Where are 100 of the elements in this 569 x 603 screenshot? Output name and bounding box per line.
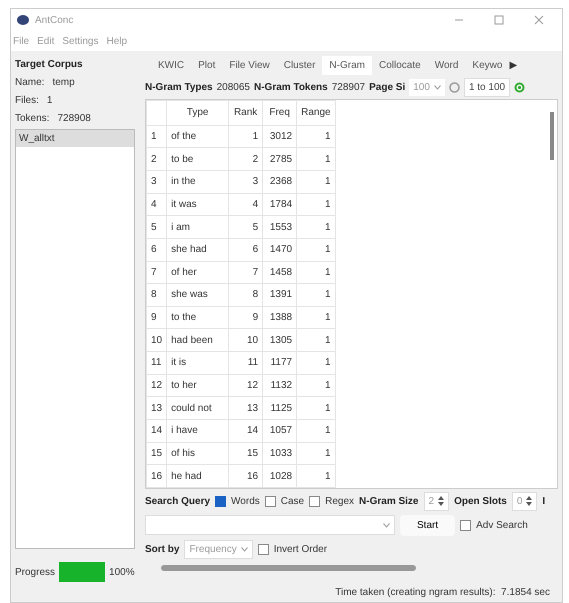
row-number: 1 bbox=[146, 125, 167, 148]
field-label: Tokens: bbox=[15, 112, 50, 126]
stat-label: Page Si bbox=[369, 80, 406, 94]
table-cell: 1458 bbox=[262, 261, 297, 284]
table-cell: 8 bbox=[228, 284, 263, 306]
table-cell: 13 bbox=[228, 396, 263, 420]
spinner-arrows-icon[interactable] bbox=[526, 496, 532, 506]
column-header[interactable]: Freq bbox=[262, 100, 297, 126]
table-cell: 4 bbox=[228, 193, 263, 216]
sort-label: Sort by bbox=[145, 542, 180, 556]
table-cell: 1388 bbox=[262, 306, 297, 329]
tab[interactable]: KWIC bbox=[151, 56, 192, 74]
table-cell: 1 bbox=[296, 170, 336, 194]
stat-label: N-Gram Tokens bbox=[254, 80, 328, 94]
table-cell: 1470 bbox=[262, 238, 297, 262]
table-cell: she was bbox=[166, 284, 229, 306]
table-cell: 2785 bbox=[262, 148, 297, 170]
table-cell: 1 bbox=[296, 238, 336, 262]
checkbox-label: Regex bbox=[325, 494, 354, 508]
table-cell: 1 bbox=[296, 464, 336, 488]
table-cell: 1 bbox=[296, 396, 336, 420]
table-cell: 1132 bbox=[262, 374, 297, 397]
table-cell: 1 bbox=[296, 328, 336, 352]
table-cell: 1 bbox=[296, 284, 336, 306]
table-cell: he had bbox=[166, 464, 229, 488]
row-number: 7 bbox=[146, 261, 167, 284]
checkbox[interactable] bbox=[264, 496, 276, 506]
table-cell: 15 bbox=[228, 442, 263, 465]
cut-label: I bbox=[542, 494, 546, 508]
table-cell: 1 bbox=[296, 261, 336, 284]
row-number: 10 bbox=[146, 328, 167, 352]
table-cell: to be bbox=[166, 148, 229, 170]
progress-reading: 100% bbox=[109, 566, 135, 580]
row-number: 11 bbox=[146, 352, 167, 374]
go-icon[interactable] bbox=[514, 82, 526, 92]
row-number: 4 bbox=[146, 193, 167, 216]
table-cell: 1784 bbox=[262, 193, 297, 216]
progress-label: Progress bbox=[15, 566, 56, 580]
table-cell: 1553 bbox=[262, 216, 297, 238]
tab[interactable]: Plot bbox=[191, 56, 222, 74]
status-text: Time taken (creating ngram results): 7.1854 sec bbox=[335, 586, 550, 600]
table-cell: 1 bbox=[296, 125, 336, 148]
tab[interactable]: File View bbox=[222, 56, 277, 74]
tab[interactable]: Word bbox=[428, 56, 466, 74]
table-cell: 1391 bbox=[262, 284, 297, 306]
window-title: AntConc bbox=[35, 14, 74, 28]
table-cell: to her bbox=[166, 374, 229, 397]
table-cell: 7 bbox=[228, 261, 263, 284]
table-cell: could not bbox=[166, 396, 229, 420]
row-number: 9 bbox=[146, 306, 167, 329]
table-cell: 11 bbox=[228, 352, 263, 374]
checkbox[interactable] bbox=[460, 520, 472, 530]
row-number: 8 bbox=[146, 284, 167, 306]
table-cell: 10 bbox=[228, 328, 263, 352]
stat-value: 728907 bbox=[332, 80, 366, 94]
field-value: temp bbox=[52, 76, 75, 90]
page-range-field[interactable]: 1 to 100 bbox=[464, 78, 510, 96]
refresh-icon[interactable] bbox=[448, 82, 460, 92]
checkbox[interactable] bbox=[258, 544, 269, 554]
slots-label: Open Slots bbox=[454, 494, 507, 508]
tab[interactable]: Cluster bbox=[276, 56, 322, 74]
column-header[interactable]: Type bbox=[166, 100, 229, 126]
table-cell: 2368 bbox=[262, 170, 297, 194]
table-cell: of his bbox=[166, 442, 229, 465]
close-icon[interactable] bbox=[534, 15, 544, 25]
table-cell: had been bbox=[166, 328, 229, 352]
stat-label: N-Gram Types bbox=[145, 80, 213, 94]
table-cell: 5 bbox=[228, 216, 263, 238]
start-button[interactable]: Start bbox=[400, 514, 456, 536]
table-cell: 1 bbox=[296, 420, 336, 442]
checkbox-label: Words bbox=[231, 494, 260, 508]
column-header[interactable]: Rank bbox=[228, 100, 263, 126]
column-header[interactable]: Range bbox=[296, 100, 336, 126]
table-cell: 2 bbox=[228, 148, 263, 170]
scroll-right-arrow[interactable]: ▶ bbox=[509, 58, 518, 72]
spinner-arrows-icon[interactable] bbox=[438, 496, 444, 506]
app-icon bbox=[17, 15, 29, 25]
row-number: 13 bbox=[146, 396, 167, 420]
checkbox[interactable] bbox=[215, 496, 226, 506]
row-number: 14 bbox=[146, 420, 167, 442]
horizontal-scrollbar[interactable] bbox=[161, 565, 416, 571]
search-query-label: Search Query bbox=[145, 494, 210, 508]
table-cell: it was bbox=[166, 193, 229, 216]
table-cell: in the bbox=[166, 170, 229, 194]
tab[interactable]: Collocate bbox=[372, 56, 428, 74]
maximize-icon[interactable] bbox=[494, 15, 504, 25]
row-number: 6 bbox=[146, 238, 167, 262]
table-cell: 1125 bbox=[262, 396, 297, 420]
corpus-list-entry[interactable]: W_alltxt bbox=[16, 130, 134, 147]
tab[interactable]: Keywo bbox=[465, 56, 510, 74]
search-field[interactable] bbox=[145, 515, 395, 535]
checkbox[interactable] bbox=[309, 496, 320, 506]
checkbox-label: Case bbox=[280, 494, 304, 508]
tab[interactable]: N-Gram bbox=[322, 56, 372, 74]
table-cell: 1305 bbox=[262, 328, 297, 352]
scrollbar-thumb[interactable] bbox=[550, 112, 554, 160]
checkbox-label: Adv Search bbox=[476, 518, 528, 532]
table-cell: 1 bbox=[296, 193, 336, 216]
field-label: Name: bbox=[15, 76, 44, 90]
table-cell: 1 bbox=[296, 352, 336, 374]
